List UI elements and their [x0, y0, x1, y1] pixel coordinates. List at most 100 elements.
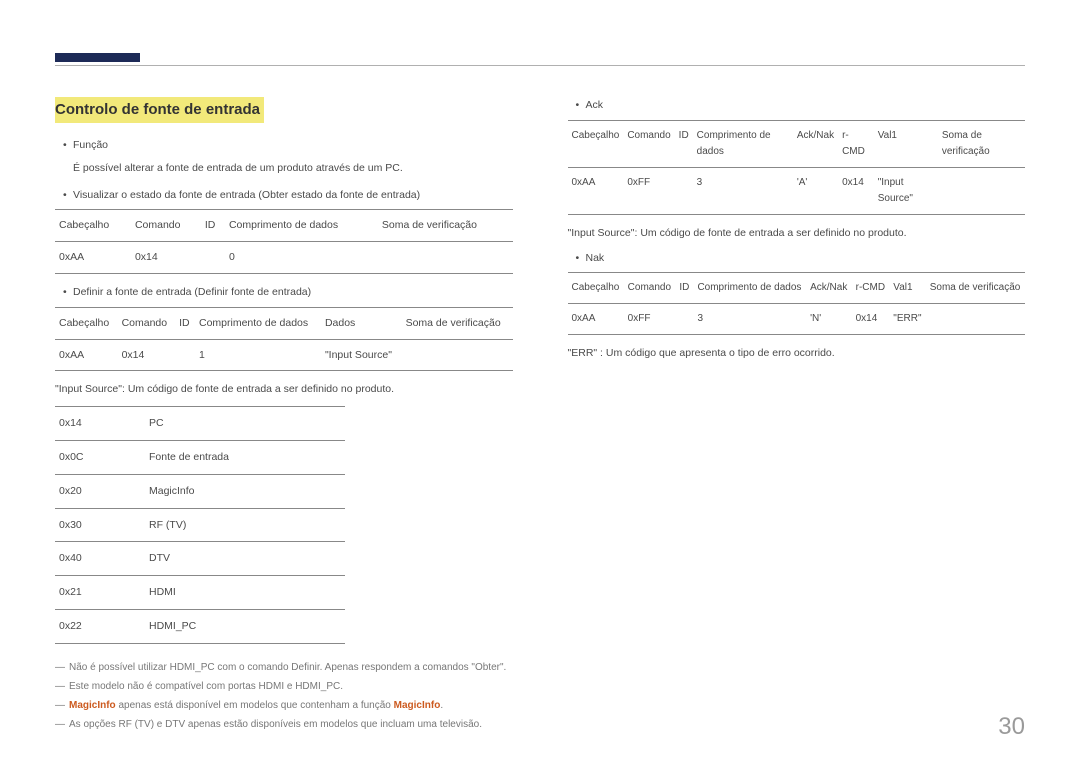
- bullet-funcao: •Função: [55, 137, 513, 154]
- td: PC: [145, 407, 345, 441]
- th: Cabeçalho: [55, 210, 131, 242]
- table-row: 0x40DTV: [55, 542, 345, 576]
- td: HDMI: [145, 576, 345, 610]
- td: 3: [693, 304, 806, 335]
- th: Soma de verificação: [378, 210, 513, 242]
- note3-mid: apenas está disponível em modelos que co…: [116, 700, 394, 711]
- table-row: 0x0CFonte de entrada: [55, 440, 345, 474]
- td: "Input Source": [321, 339, 402, 371]
- bullet-ack: •Ack: [568, 97, 1026, 114]
- td: 0x21: [55, 576, 145, 610]
- td: 0x30: [55, 508, 145, 542]
- td: [402, 339, 513, 371]
- th: Soma de verificação: [926, 273, 1025, 304]
- td: 1: [195, 339, 321, 371]
- th: ID: [175, 307, 195, 339]
- th: Comando: [623, 120, 674, 167]
- left-column: Controlo de fonte de entrada •Função É p…: [55, 97, 513, 734]
- ack-label: Ack: [586, 99, 604, 111]
- ack-desc: "Input Source": Um código de fonte de en…: [568, 225, 1026, 242]
- table-row: 0x30RF (TV): [55, 508, 345, 542]
- td: 0x14: [838, 167, 874, 214]
- th: Dados: [321, 307, 402, 339]
- note2: Este modelo não é compatível com portas …: [69, 681, 343, 692]
- td: RF (TV): [145, 508, 345, 542]
- note3-magic1: MagicInfo: [69, 700, 116, 711]
- note-line: ―Este modelo não é compatível com portas…: [55, 677, 513, 696]
- note4: As opções RF (TV) e DTV apenas estão dis…: [69, 719, 482, 730]
- td: 0xAA: [55, 339, 118, 371]
- set-source-text: Definir a fonte de entrada (Definir font…: [73, 286, 311, 298]
- th: Ack/Nak: [806, 273, 852, 304]
- table-row: 0x20MagicInfo: [55, 474, 345, 508]
- table-row: 0x21HDMI: [55, 576, 345, 610]
- th: Soma de verificação: [938, 120, 1025, 167]
- table-row: 0xAA 0xFF 3 'A' 0x14 "Input Source": [568, 167, 1026, 214]
- input-source-desc: "Input Source": Um código de fonte de en…: [55, 381, 513, 398]
- func-label: Função: [73, 139, 108, 151]
- notes-block: ―Não é possível utilizar HDMI_PC com o c…: [55, 658, 513, 734]
- th: Soma de verificação: [402, 307, 513, 339]
- th: Comando: [118, 307, 176, 339]
- right-column: •Ack Cabeçalho Comando ID Comprimento de…: [568, 97, 1026, 734]
- th: Comando: [131, 210, 201, 242]
- th: Cabeçalho: [55, 307, 118, 339]
- th: Comprimento de dados: [195, 307, 321, 339]
- td: 0xFF: [624, 304, 676, 335]
- table-ack: Cabeçalho Comando ID Comprimento de dado…: [568, 120, 1026, 215]
- td: [675, 167, 693, 214]
- table-row: 0x22HDMI_PC: [55, 609, 345, 643]
- th: Val1: [874, 120, 938, 167]
- td: DTV: [145, 542, 345, 576]
- view-state-text: Visualizar o estado da fonte de entrada …: [73, 189, 420, 201]
- th: Comprimento de dados: [693, 273, 806, 304]
- content-columns: Controlo de fonte de entrada •Função É p…: [55, 97, 1025, 734]
- table-row: 0xAA 0x14 0: [55, 242, 513, 274]
- table-nak: Cabeçalho Comando ID Comprimento de dado…: [568, 272, 1026, 335]
- top-rule: [55, 65, 1025, 66]
- td: [938, 167, 1025, 214]
- td: 'N': [806, 304, 852, 335]
- th: Comando: [624, 273, 676, 304]
- section-heading: Controlo de fonte de entrada: [55, 97, 264, 123]
- table-set-source: Cabeçalho Comando ID Comprimento de dado…: [55, 307, 513, 372]
- th: Ack/Nak: [793, 120, 838, 167]
- td: 0xAA: [568, 304, 624, 335]
- page-number: 30: [998, 713, 1025, 741]
- func-desc: É possível alterar a fonte de entrada de…: [55, 160, 513, 177]
- th: Cabeçalho: [568, 120, 624, 167]
- accent-bar: [55, 53, 140, 62]
- td: [926, 304, 1025, 335]
- table-source-codes: 0x14PC 0x0CFonte de entrada 0x20MagicInf…: [55, 406, 345, 644]
- td: 0x14: [131, 242, 201, 274]
- td: Fonte de entrada: [145, 440, 345, 474]
- table-get-state: Cabeçalho Comando ID Comprimento de dado…: [55, 209, 513, 274]
- td: 0xAA: [568, 167, 624, 214]
- err-desc: "ERR" : Um código que apresenta o tipo d…: [568, 345, 1026, 362]
- th: Comprimento de dados: [225, 210, 378, 242]
- th: ID: [675, 120, 693, 167]
- bullet-view-state: •Visualizar o estado da fonte de entrada…: [55, 187, 513, 204]
- td: [201, 242, 225, 274]
- td: [378, 242, 513, 274]
- td: 0x20: [55, 474, 145, 508]
- td: 0xFF: [623, 167, 674, 214]
- th: Cabeçalho: [568, 273, 624, 304]
- td: MagicInfo: [145, 474, 345, 508]
- td: "ERR": [889, 304, 925, 335]
- note3-magic2: MagicInfo: [394, 700, 441, 711]
- td: 3: [693, 167, 793, 214]
- th: ID: [201, 210, 225, 242]
- table-row: 0xAA 0x14 1 "Input Source": [55, 339, 513, 371]
- td: HDMI_PC: [145, 609, 345, 643]
- td: 0xAA: [55, 242, 131, 274]
- note-line: ―As opções RF (TV) e DTV apenas estão di…: [55, 715, 513, 734]
- td: 0x14: [55, 407, 145, 441]
- td: 0x14: [118, 339, 176, 371]
- th: Comprimento de dados: [693, 120, 793, 167]
- note-line: ―MagicInfo apenas está disponível em mod…: [55, 696, 513, 715]
- td: [675, 304, 693, 335]
- td: 0x40: [55, 542, 145, 576]
- note-line: ―Não é possível utilizar HDMI_PC com o c…: [55, 658, 513, 677]
- td: 0x22: [55, 609, 145, 643]
